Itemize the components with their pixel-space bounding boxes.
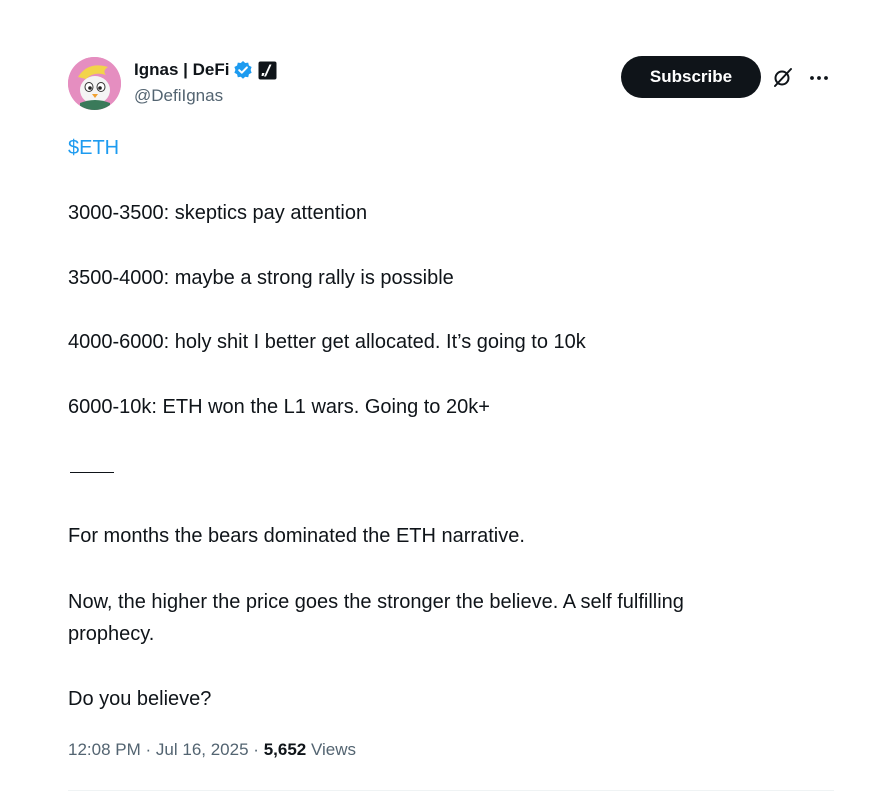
- author-handle[interactable]: @DefiIgnas: [134, 86, 223, 106]
- verified-badge-icon[interactable]: [233, 60, 253, 80]
- author-avatar[interactable]: [68, 57, 121, 110]
- grok-icon[interactable]: [772, 66, 794, 88]
- author-display-name[interactable]: Ignas | DeFi: [134, 60, 229, 80]
- views-count: 5,652: [263, 740, 307, 759]
- post-text-line: Now, the higher the price goes the stron…: [68, 591, 684, 613]
- post-text-line: 4000-6000: holy shit I better get alloca…: [68, 331, 586, 353]
- subscribe-button[interactable]: Subscribe: [621, 56, 761, 98]
- author-name-row[interactable]: Ignas | DeFi: [134, 58, 277, 82]
- post-text-line: prophecy.: [68, 623, 155, 645]
- post-time[interactable]: 12:08 PM: [68, 740, 141, 759]
- section-separator: [70, 472, 114, 473]
- views-label: Views: [310, 740, 357, 759]
- meta-separator: ·: [145, 740, 152, 759]
- cashtag-link[interactable]: $ETH: [68, 133, 119, 163]
- post-text-line: 3500-4000: maybe a strong rally is possi…: [68, 267, 454, 289]
- post-date[interactable]: Jul 16, 2025: [156, 740, 249, 759]
- post-text-line: 3000-3500: skeptics pay attention: [68, 202, 368, 224]
- cartoon-bird-avatar-icon: [68, 57, 121, 110]
- post-metadata: 12:08 PM · Jul 16, 2025 · 5,652 Views: [68, 740, 356, 760]
- post-text-line: 6000-10k: ETH won the L1 wars. Going to …: [68, 396, 490, 418]
- bottom-divider: [68, 790, 834, 791]
- affiliate-badge-icon[interactable]: [258, 61, 277, 80]
- post-text-line: For months the bears dominated the ETH n…: [68, 525, 525, 547]
- post-text-line: Do you believe?: [68, 688, 212, 710]
- more-options-icon[interactable]: [808, 67, 830, 89]
- meta-separator: ·: [253, 740, 259, 759]
- tweet-card: Ignas | DeFi @DefiIgnas Subscribe $ETH 3…: [0, 0, 872, 796]
